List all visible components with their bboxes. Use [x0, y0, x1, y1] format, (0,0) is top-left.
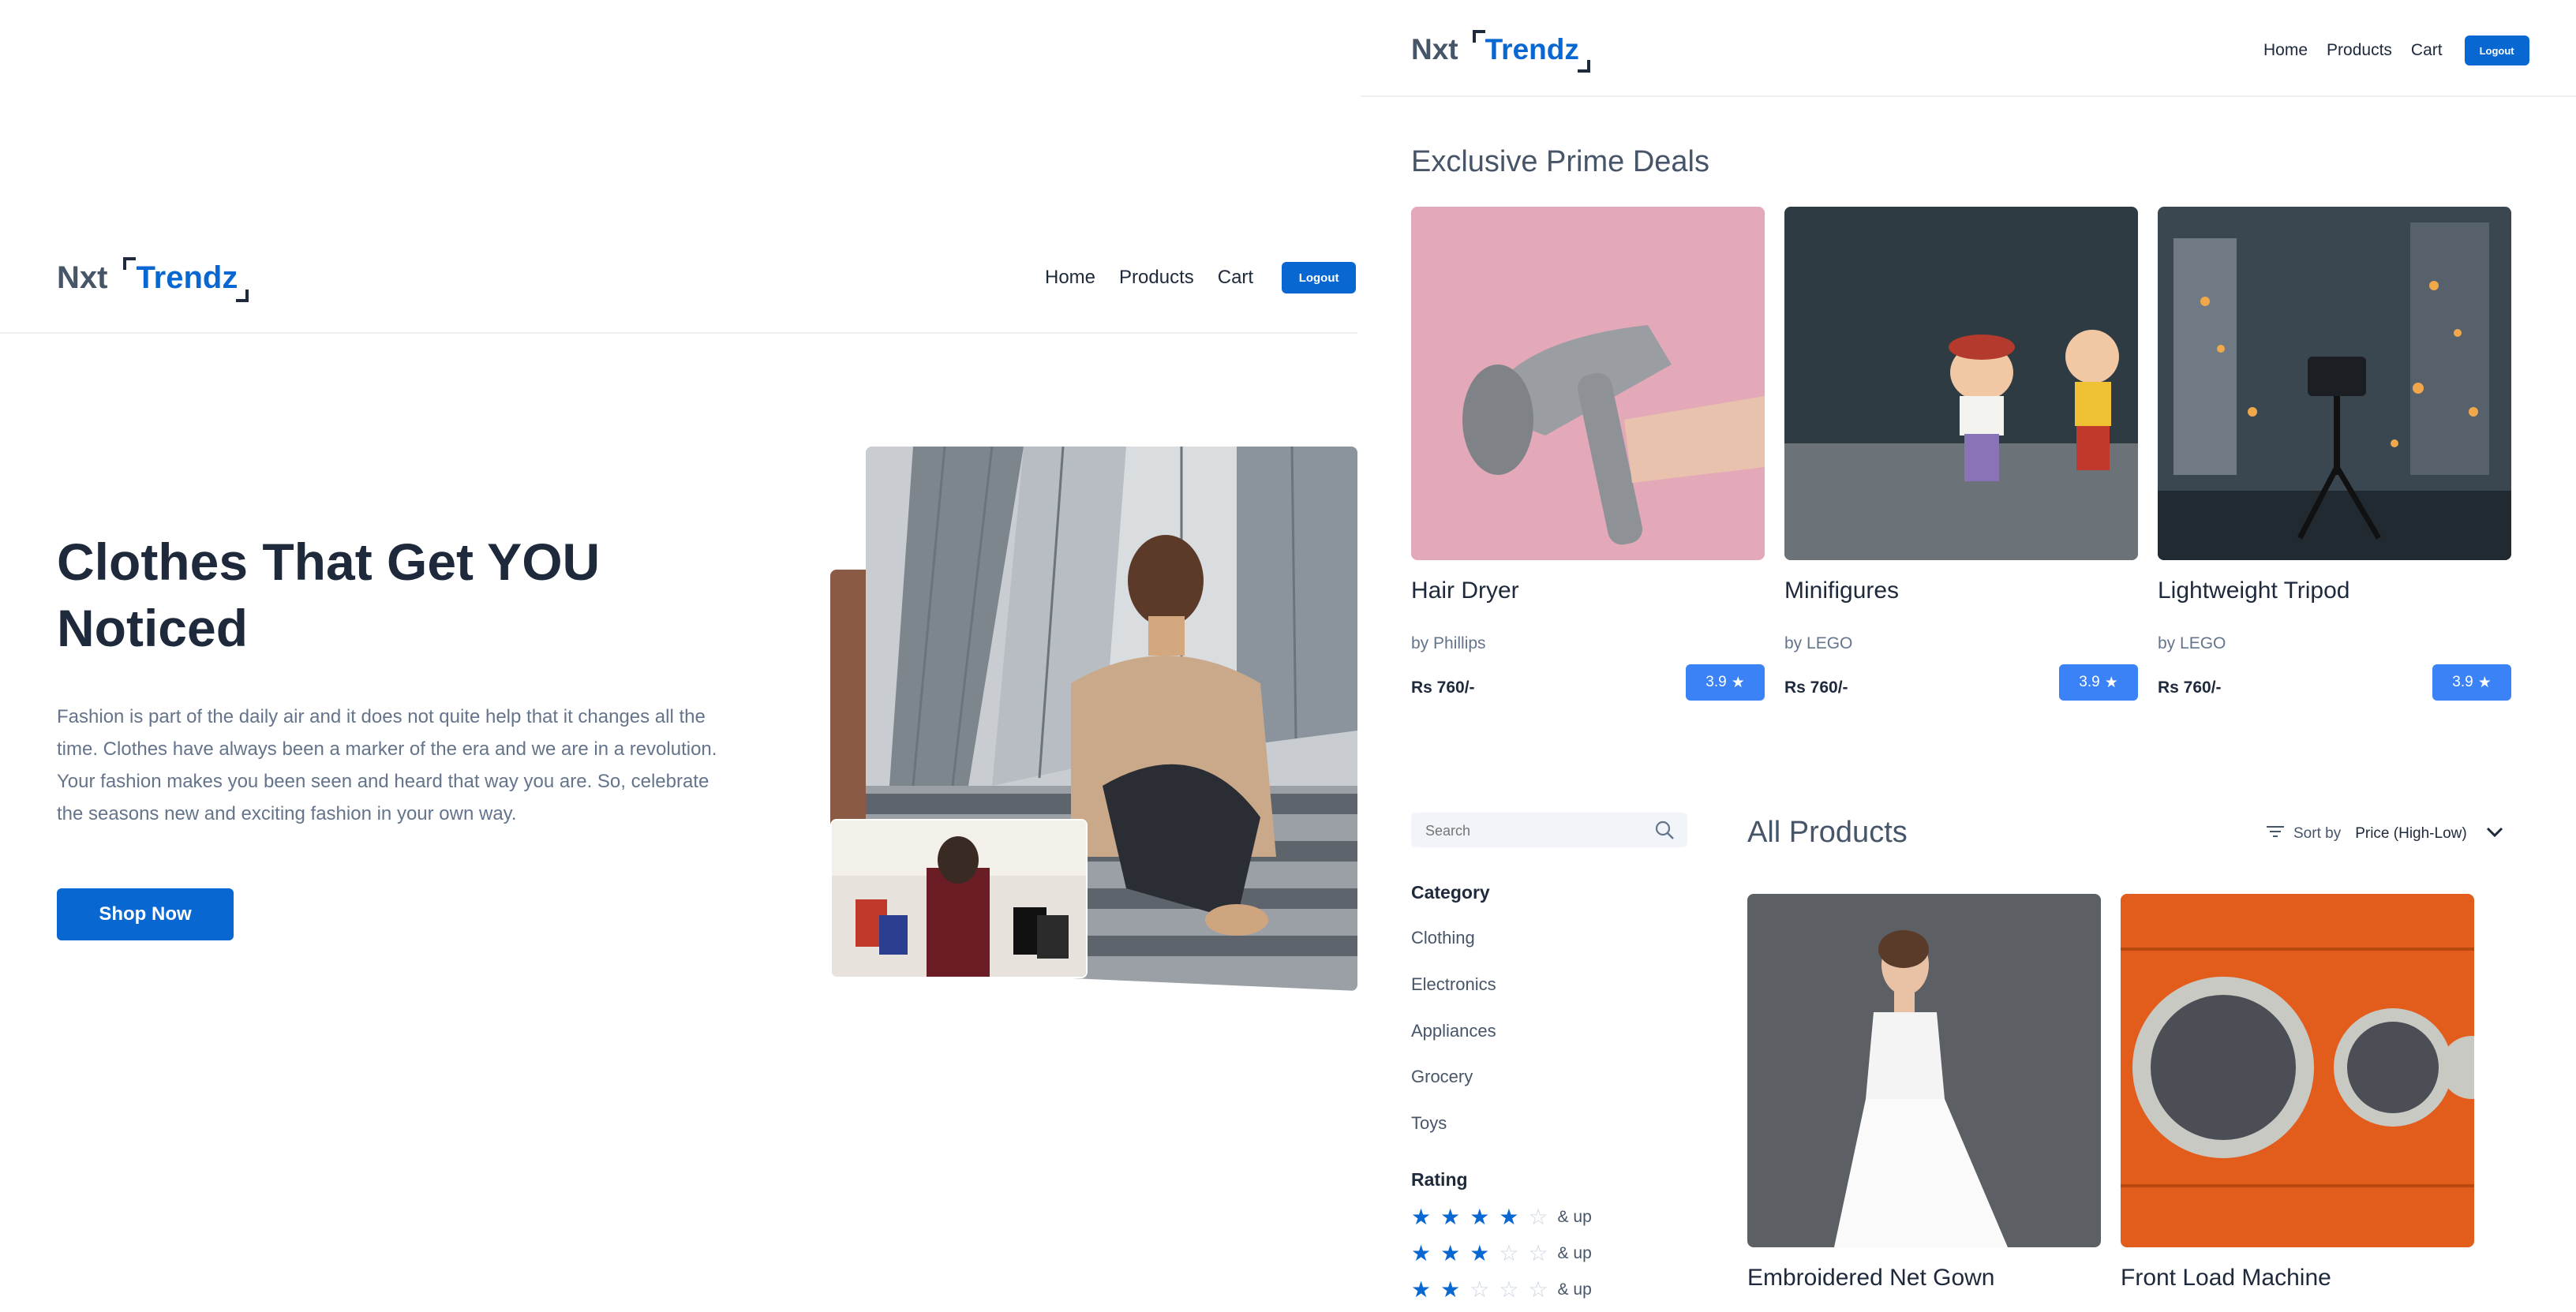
rating-filter-2[interactable]: ★ ★ ☆ ☆ ☆ & up	[1411, 1276, 1592, 1303]
rating-badge: 3.9 ★	[1686, 664, 1765, 701]
star-filled-icon: ★	[1440, 1277, 1461, 1302]
product-card[interactable]: Embroidered Net Gown	[1747, 894, 2101, 1312]
star-filled-icon: ★	[1470, 1241, 1490, 1265]
prime-deals-heading: Exclusive Prime Deals	[1411, 145, 1709, 178]
search-input[interactable]	[1424, 817, 1648, 844]
navbar: Home Products Cart Logout	[2263, 36, 2529, 65]
star-empty-icon: ☆	[1528, 1241, 1548, 1265]
category-item-grocery[interactable]: Grocery	[1411, 1067, 1473, 1087]
product-image	[2121, 894, 2474, 1247]
star-icon: ★	[2104, 674, 2118, 691]
sort-by-label: Sort by	[2293, 825, 2342, 842]
rating-up-label: & up	[1557, 1243, 1592, 1262]
sort-select[interactable]: Price (High-Low)	[2355, 825, 2466, 843]
rating-heading: Rating	[1411, 1169, 1468, 1190]
sort-icon	[2267, 825, 2286, 843]
hair-dryer-photo	[1411, 207, 1765, 560]
navbar-divider	[0, 332, 1357, 334]
star-empty-icon: ☆	[1470, 1277, 1490, 1302]
nav-cart-link[interactable]: Cart	[1218, 267, 1253, 289]
category-item-toys[interactable]: Toys	[1411, 1113, 1447, 1134]
minifigures-photo	[1784, 207, 2138, 560]
category-item-clothing[interactable]: Clothing	[1411, 928, 1475, 948]
logo[interactable]: Nxt Trendz	[57, 257, 249, 302]
logout-button[interactable]: Logout	[1282, 262, 1357, 293]
product-price: Rs 760/-	[1784, 678, 1848, 697]
star-empty-icon: ☆	[1528, 1277, 1548, 1302]
woman-shopping-photo	[832, 820, 1086, 977]
search-box	[1411, 813, 1687, 847]
rating-value: 3.9	[2079, 674, 2100, 690]
rating-badge: 3.9 ★	[2432, 664, 2511, 701]
product-title: Front Load Machine	[2121, 1265, 2331, 1291]
hero-secondary-image	[830, 819, 1088, 978]
product-image	[2158, 207, 2511, 560]
rating-filter-4[interactable]: ★ ★ ★ ★ ☆ & up	[1411, 1204, 1592, 1230]
prime-card[interactable]: Minifigures by LEGO Rs 760/- 3.9 ★	[1784, 207, 2138, 712]
star-filled-icon: ★	[1411, 1277, 1432, 1302]
rating-up-label: & up	[1557, 1280, 1592, 1299]
product-card[interactable]: Front Load Machine	[2121, 894, 2474, 1312]
product-image	[1747, 894, 2101, 1247]
category-heading: Category	[1411, 882, 1490, 903]
navbar: Home Products Cart Logout	[1045, 262, 1357, 293]
prime-card[interactable]: Lightweight Tripod by LEGO Rs 760/- 3.9 …	[2158, 207, 2511, 712]
star-filled-icon: ★	[1470, 1205, 1490, 1229]
star-filled-icon: ★	[1411, 1205, 1432, 1229]
product-title: Hair Dryer	[1411, 578, 1519, 604]
product-title: Lightweight Tripod	[2158, 578, 2350, 604]
logout-button[interactable]: Logout	[2464, 36, 2529, 65]
all-products-heading: All Products	[1747, 816, 1908, 849]
star-filled-icon: ★	[1440, 1205, 1461, 1229]
nav-home-link[interactable]: Home	[1045, 267, 1095, 289]
logo-trendz: Trendz	[1472, 30, 1591, 73]
star-icon: ★	[2477, 674, 2492, 691]
star-filled-icon: ★	[1499, 1205, 1519, 1229]
star-empty-icon: ☆	[1528, 1205, 1548, 1229]
nav-home-link[interactable]: Home	[2263, 41, 2308, 60]
star-empty-icon: ☆	[1499, 1241, 1519, 1265]
nav-cart-link[interactable]: Cart	[2411, 41, 2443, 60]
product-image	[1784, 207, 2138, 560]
star-empty-icon: ☆	[1499, 1277, 1519, 1302]
tripod-photo	[2158, 207, 2511, 560]
logo-nxt: Nxt	[1411, 33, 1458, 65]
product-brand: by Phillips	[1411, 634, 1486, 652]
product-title: Embroidered Net Gown	[1747, 1265, 1995, 1291]
hero-description: Fashion is part of the daily air and it …	[57, 706, 717, 824]
category-item-electronics[interactable]: Electronics	[1411, 974, 1496, 995]
net-gown-photo	[1747, 894, 2101, 1247]
logo-trendz: Trendz	[123, 257, 249, 302]
rating-badge: 3.9 ★	[2059, 664, 2138, 701]
rating-value: 3.9	[1705, 674, 1727, 690]
prime-card[interactable]: Hair Dryer by Phillips Rs 760/- 3.9 ★	[1411, 207, 1765, 712]
home-page: Nxt Trendz Home Products Cart Logout Clo…	[0, 0, 1357, 1312]
washing-machine-photo	[2121, 894, 2474, 1247]
star-filled-icon: ★	[1440, 1241, 1461, 1265]
product-brand: by LEGO	[2158, 634, 2226, 652]
nav-products-link[interactable]: Products	[2327, 41, 2392, 60]
star-filled-icon: ★	[1411, 1241, 1432, 1265]
star-icon: ★	[1731, 674, 1745, 691]
product-title: Minifigures	[1784, 578, 1900, 604]
rating-value: 3.9	[2452, 674, 2473, 690]
product-price: Rs 760/-	[2158, 678, 2222, 697]
logo-nxt: Nxt	[57, 260, 108, 295]
shop-now-button[interactable]: Shop Now	[57, 888, 234, 940]
products-page: Nxt Trendz Home Products Cart Logout Exc…	[1361, 0, 2576, 1312]
search-icon[interactable]	[1654, 820, 1675, 844]
rating-filter-3[interactable]: ★ ★ ★ ☆ ☆ & up	[1411, 1240, 1592, 1266]
category-item-appliances[interactable]: Appliances	[1411, 1021, 1496, 1041]
logo[interactable]: Nxt Trendz	[1411, 30, 1591, 73]
chevron-down-icon[interactable]	[2486, 825, 2503, 843]
rating-up-label: & up	[1557, 1207, 1592, 1226]
hero-title: Clothes That Get YOU Noticed	[57, 533, 601, 657]
navbar-divider	[1361, 95, 2576, 97]
product-price: Rs 760/-	[1411, 678, 1475, 697]
product-brand: by LEGO	[1784, 634, 1853, 652]
product-image	[1411, 207, 1765, 560]
sort-by-control[interactable]: Sort by Price (High-Low)	[2267, 825, 2503, 843]
nav-products-link[interactable]: Products	[1119, 267, 1194, 289]
